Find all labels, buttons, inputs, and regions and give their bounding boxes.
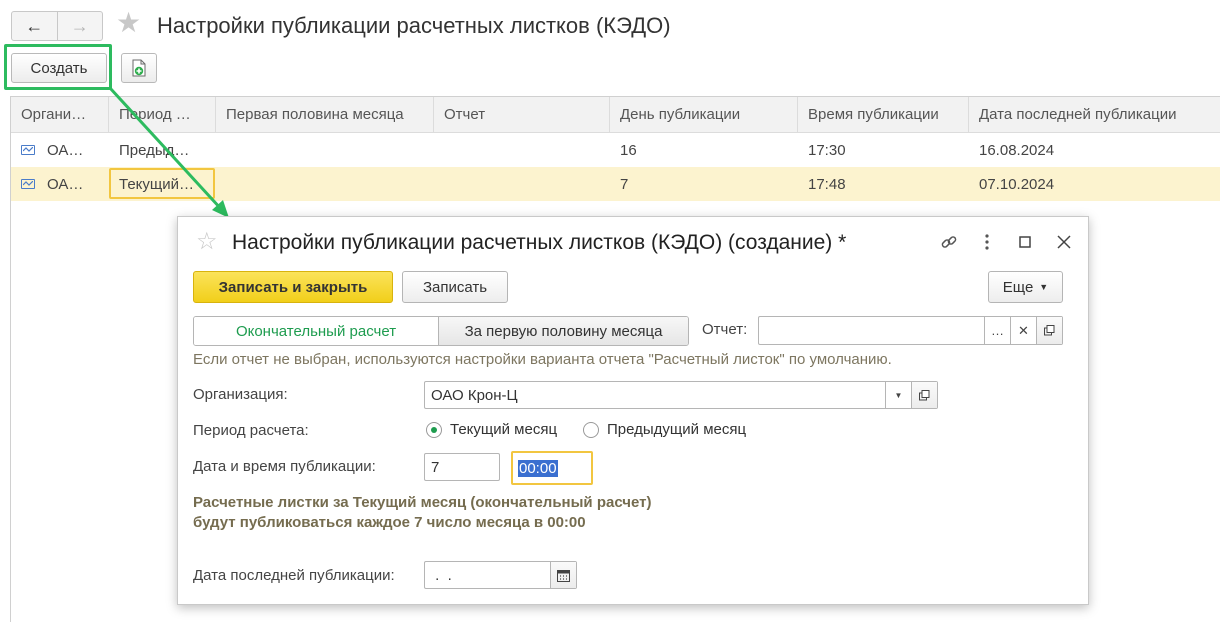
time-field[interactable]: 00:00	[511, 451, 593, 485]
column-header-period[interactable]: Период …	[109, 97, 216, 132]
back-icon[interactable]: ←	[12, 12, 57, 40]
day-field[interactable]: 7	[424, 453, 500, 481]
more-button-label: Еще	[1002, 278, 1034, 296]
organization-input[interactable]: ОАО Крон-Ц	[425, 387, 885, 404]
report-field[interactable]: … ✕	[758, 316, 1063, 345]
row-report	[434, 167, 610, 201]
copy-button[interactable]	[121, 53, 157, 83]
page-title: Настройки публикации расчетных листков (…	[157, 13, 671, 38]
row-period: Предыд…	[119, 141, 190, 159]
schedule-description: Расчетные листки за Текущий месяц (оконч…	[193, 494, 652, 531]
last-date-input[interactable]: . .	[425, 567, 550, 584]
create-button-highlight	[4, 44, 112, 90]
open-icon[interactable]	[911, 382, 937, 408]
column-header-day[interactable]: День публикации	[610, 97, 798, 132]
column-header-organization[interactable]: Органи…	[11, 97, 109, 132]
column-header-report[interactable]: Отчет	[434, 97, 610, 132]
maximize-icon[interactable]	[1014, 231, 1036, 253]
create-settings-dialog: ☆ Настройки публикации расчетных листков…	[177, 216, 1089, 605]
datetime-label: Дата и время публикации:	[193, 458, 376, 475]
cell-focus-frame	[109, 168, 215, 199]
day-input[interactable]: 7	[425, 459, 499, 476]
period-label: Период расчета:	[193, 422, 309, 439]
tab-first-half[interactable]: За первую половину месяца	[439, 317, 688, 345]
clear-icon[interactable]: ✕	[1010, 317, 1036, 344]
row-first-half	[216, 133, 434, 167]
time-input[interactable]: 00:00	[518, 459, 558, 477]
radio-button-icon	[583, 421, 599, 438]
favorite-star-icon[interactable]: ☆	[196, 230, 218, 254]
save-button[interactable]: Записать	[402, 271, 508, 303]
navigation-buttons: ← →	[11, 11, 103, 41]
radio-current-month[interactable]: Текущий месяц	[426, 421, 557, 438]
chevron-down-icon[interactable]: ▼	[885, 382, 911, 408]
row-organization: ОА…	[47, 175, 84, 193]
organization-icon	[21, 179, 35, 189]
column-header-last-date[interactable]: Дата последней публикации	[969, 97, 1220, 132]
radio-button-icon	[426, 421, 442, 438]
report-hint: Если отчет не выбран, используются настр…	[193, 351, 892, 368]
row-last-date: 16.08.2024	[979, 141, 1055, 159]
report-label: Отчет:	[702, 321, 748, 338]
forward-icon[interactable]: →	[56, 12, 103, 40]
row-time: 17:48	[808, 175, 846, 193]
radio-previous-month[interactable]: Предыдущий месяц	[583, 421, 746, 438]
column-header-first-half[interactable]: Первая половина месяца	[216, 97, 434, 132]
radio-previous-month-label: Предыдущий месяц	[607, 421, 747, 438]
row-organization: ОА…	[47, 141, 84, 159]
column-header-time[interactable]: Время публикации	[798, 97, 969, 132]
table-row[interactable]: ОА… Текущий… 7 17:48 07.10.2024	[11, 167, 1220, 201]
more-button[interactable]: Еще ▼	[988, 271, 1063, 303]
table-row[interactable]: ОА… Предыд… 16 17:30 16.08.2024	[11, 133, 1220, 167]
row-last-date: 07.10.2024	[979, 175, 1055, 193]
organization-icon	[21, 145, 35, 155]
last-date-label: Дата последней публикации:	[193, 567, 395, 584]
calendar-icon[interactable]	[550, 562, 576, 588]
row-day: 7	[620, 175, 629, 193]
more-actions-icon[interactable]	[976, 231, 998, 253]
open-icon[interactable]	[1036, 317, 1062, 344]
settings-table: Органи… Период … Первая половина месяца …	[10, 96, 1220, 202]
calculation-type-switch: Окончательный расчет За первую половину …	[193, 316, 689, 346]
row-day: 16	[620, 141, 637, 159]
table-header: Органи… Период … Первая половина месяца …	[11, 97, 1220, 133]
tab-final-calculation[interactable]: Окончательный расчет	[194, 317, 439, 345]
organization-field[interactable]: ОАО Крон-Ц ▼	[424, 381, 938, 409]
save-and-close-button[interactable]: Записать и закрыть	[193, 271, 393, 303]
row-time: 17:30	[808, 141, 846, 159]
link-icon[interactable]	[938, 231, 960, 253]
dialog-title: Настройки публикации расчетных листков (…	[232, 231, 847, 254]
select-ellipsis-icon[interactable]: …	[984, 317, 1010, 344]
organization-label: Организация:	[193, 386, 288, 403]
row-first-half	[216, 167, 434, 201]
chevron-down-icon: ▼	[1039, 282, 1049, 292]
favorite-star-icon[interactable]: ★	[116, 9, 141, 37]
radio-current-month-label: Текущий месяц	[450, 421, 558, 438]
row-report	[434, 133, 610, 167]
close-icon[interactable]	[1053, 231, 1075, 253]
add-document-icon	[132, 59, 146, 77]
last-date-field[interactable]: . .	[424, 561, 577, 589]
